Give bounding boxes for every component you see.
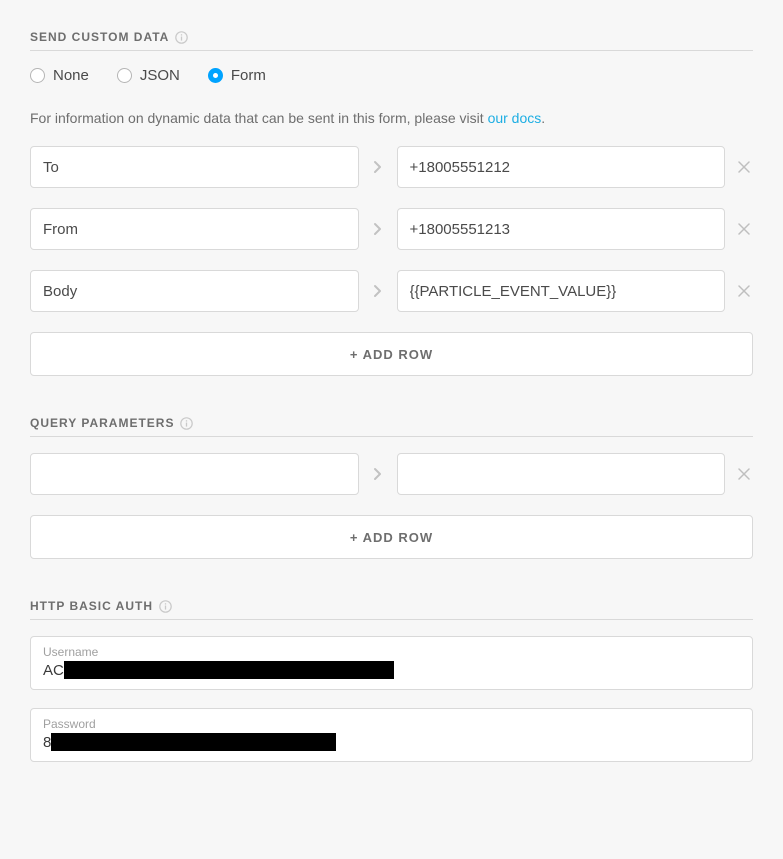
send-custom-data-title: SEND CUSTOM DATA [30,30,169,44]
form-value-input[interactable] [397,270,726,312]
query-key-input[interactable] [30,453,359,495]
radio-circle-icon [30,68,45,83]
redacted-block [64,661,394,679]
query-parameters-header: QUERY PARAMETERS [30,416,753,437]
chevron-right-icon [369,222,387,236]
remove-row-button[interactable] [735,468,753,480]
remove-row-button[interactable] [735,161,753,173]
redacted-block [51,733,336,751]
add-form-row-button[interactable]: + ADD ROW [30,332,753,376]
info-icon [159,600,172,613]
http-basic-auth-header: HTTP BASIC AUTH [30,599,753,620]
chevron-right-icon [369,284,387,298]
add-query-row-button[interactable]: + ADD ROW [30,515,753,559]
hint-suffix: . [541,110,545,126]
form-value-input[interactable] [397,208,726,250]
query-parameters-title: QUERY PARAMETERS [30,416,174,430]
form-data-row [30,208,753,250]
query-value-input[interactable] [397,453,726,495]
info-icon [180,417,193,430]
username-prefix: AC [43,662,64,679]
form-value-input[interactable] [397,146,726,188]
password-field[interactable]: Password 8 [30,708,753,762]
password-label: Password [43,717,740,731]
radio-json-label: JSON [140,67,180,84]
hint-prefix: For information on dynamic data that can… [30,110,488,126]
form-key-input[interactable] [30,270,359,312]
password-value: 8 [43,733,740,751]
chevron-right-icon [369,467,387,481]
data-format-radio-group: None JSON Form [30,67,753,84]
query-param-row [30,453,753,495]
radio-circle-icon [208,68,223,83]
username-label: Username [43,645,740,659]
remove-row-button[interactable] [735,223,753,235]
radio-form[interactable]: Form [208,67,266,84]
hint-text: For information on dynamic data that can… [30,110,753,126]
radio-json[interactable]: JSON [117,67,180,84]
radio-circle-icon [117,68,132,83]
form-data-row [30,270,753,312]
docs-link[interactable]: our docs [488,110,542,126]
password-prefix: 8 [43,734,51,751]
form-data-row [30,146,753,188]
radio-form-label: Form [231,67,266,84]
form-key-input[interactable] [30,146,359,188]
chevron-right-icon [369,160,387,174]
remove-row-button[interactable] [735,285,753,297]
username-value: AC [43,661,740,679]
send-custom-data-header: SEND CUSTOM DATA [30,30,753,51]
radio-none[interactable]: None [30,67,89,84]
http-basic-auth-title: HTTP BASIC AUTH [30,599,153,613]
form-key-input[interactable] [30,208,359,250]
radio-none-label: None [53,67,89,84]
info-icon [175,31,188,44]
username-field[interactable]: Username AC [30,636,753,690]
